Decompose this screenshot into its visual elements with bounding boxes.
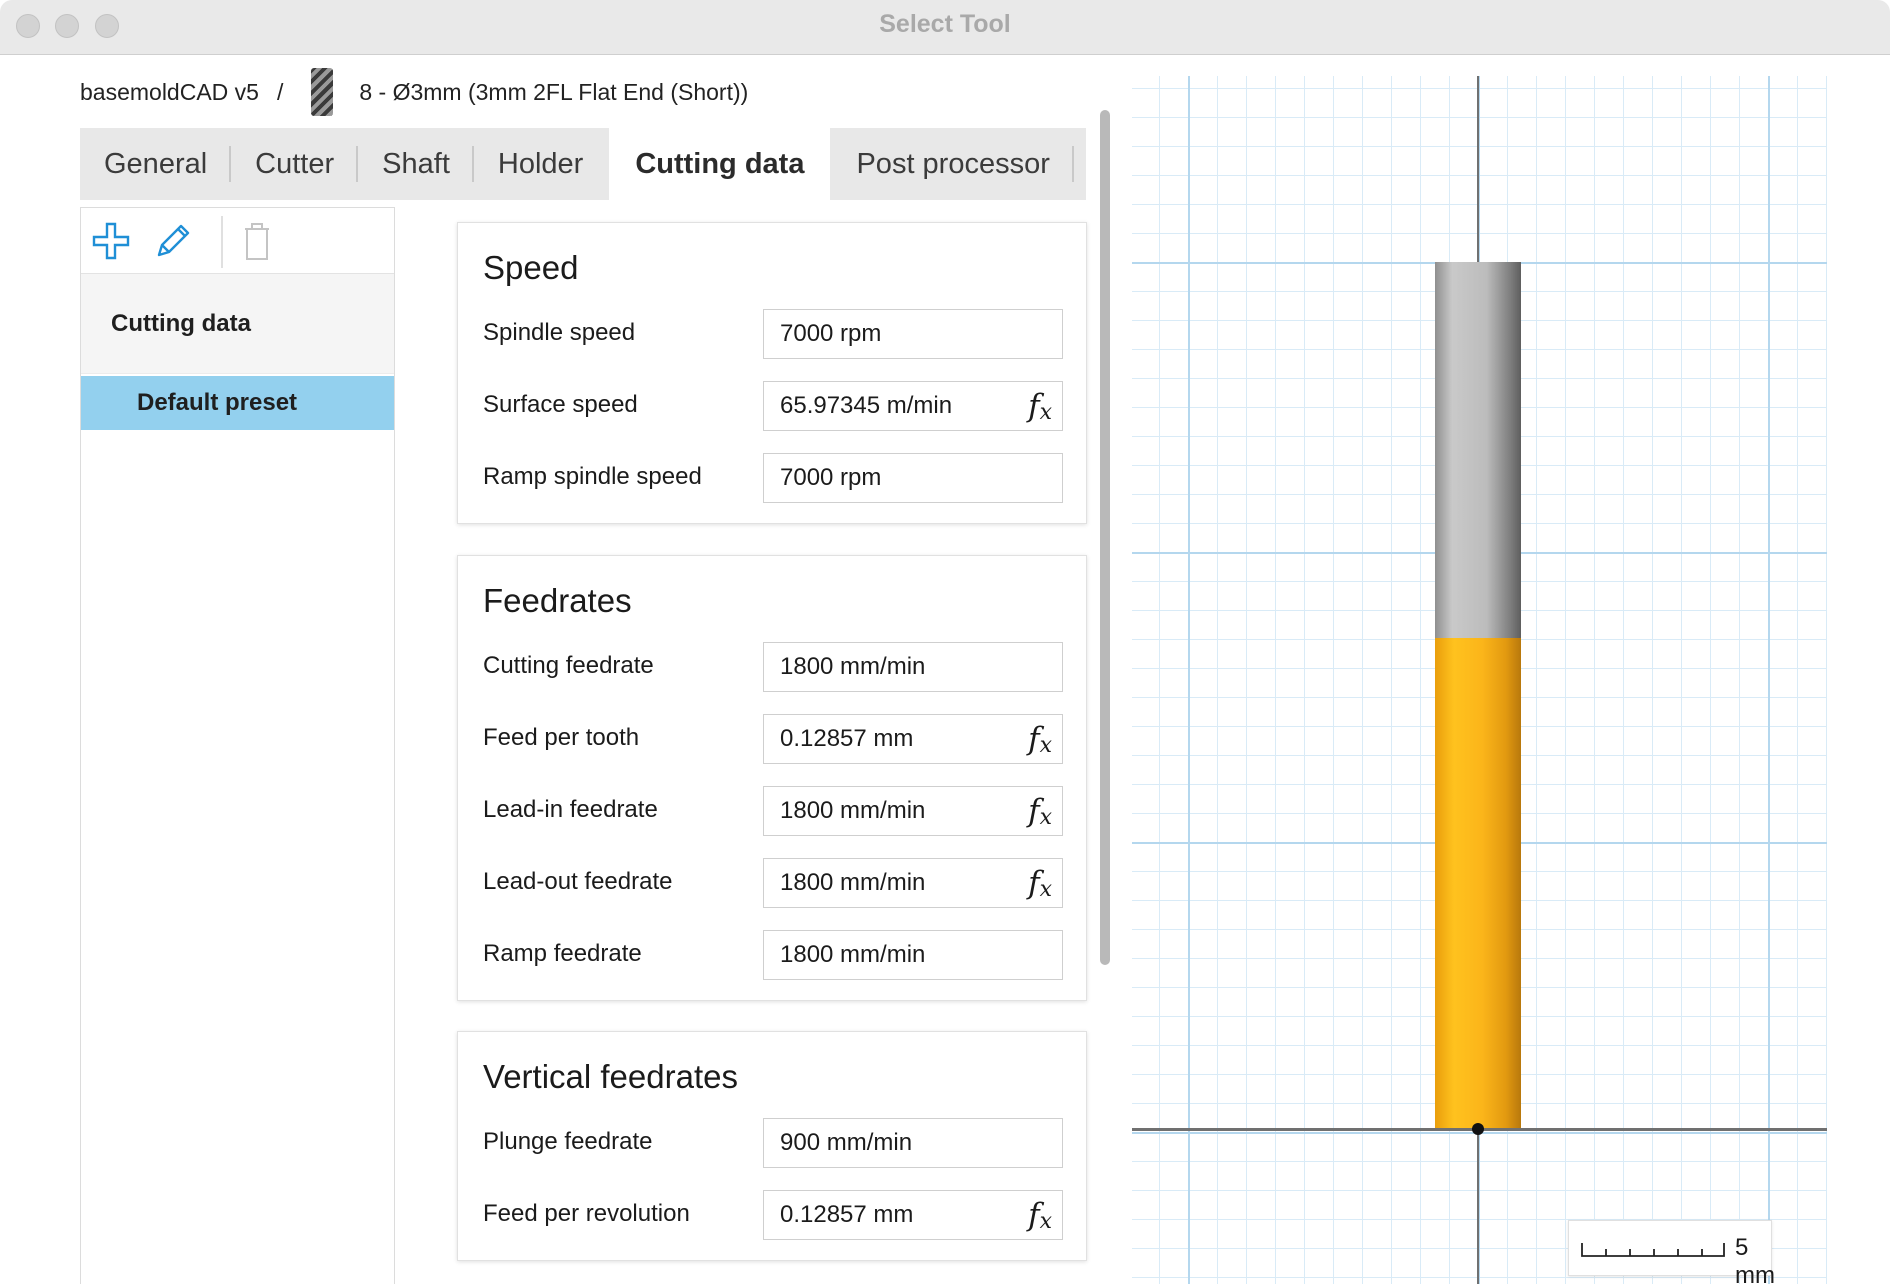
tool-preview-viewport[interactable] [1132,76,1827,1284]
breadcrumb: basemoldCAD v5 / 8 - Ø3mm (3mm 2FL Flat … [80,68,749,116]
tab-shaft[interactable]: Shaft [358,128,474,200]
preset-panel: Cutting data Default preset [80,207,395,1284]
origin-point [1472,1123,1484,1135]
field-label: Surface speed [483,391,638,418]
feedrates-section: Feedrates Cutting feedrate 1800 mm/min F… [457,555,1087,1001]
spindle-speed-row: Spindle speed 7000 rpm [458,309,1088,359]
formula-icon[interactable]: fx [1028,1197,1052,1234]
tab-label: General [104,147,208,180]
delete-preset-button[interactable] [235,218,279,264]
feed-per-tooth-row: Feed per tooth 0.12857 mm fx [458,714,1088,764]
scale-ruler-icon [1581,1243,1725,1257]
window-title: Select Tool [879,10,1011,38]
field-value: 1800 mm/min [780,941,926,968]
scale-legend: 5 mm [1568,1220,1775,1284]
pencil-icon [157,224,190,257]
field-value: 7000 rpm [780,464,882,491]
surface-speed-row: Surface speed 65.97345 m/min fx [458,381,1088,431]
field-label: Lead-out feedrate [483,868,673,895]
endmill-thumbnail-icon [311,68,334,116]
lead-out-feedrate-input[interactable]: 1800 mm/min fx [763,858,1063,908]
lead-out-feedrate-row: Lead-out feedrate 1800 mm/min fx [458,858,1088,908]
add-preset-button[interactable] [89,218,133,264]
field-value: 1800 mm/min [780,797,926,824]
feed-per-revolution-input[interactable]: 0.12857 mm fx [763,1190,1063,1240]
tab-holder[interactable]: Holder [474,128,609,200]
edit-preset-button[interactable] [151,218,195,264]
field-label: Ramp spindle speed [483,463,702,490]
speed-section: Speed Spindle speed 7000 rpm Surface spe… [457,222,1087,524]
plunge-feedrate-input[interactable]: 900 mm/min [763,1118,1063,1168]
scale-label: 5 mm [1735,1234,1775,1284]
formula-icon[interactable]: fx [1028,721,1052,758]
formula-icon[interactable]: fx [1028,793,1052,830]
lead-in-feedrate-row: Lead-in feedrate 1800 mm/min fx [458,786,1088,836]
tab-label: Cutting data [635,147,805,180]
vertical-feedrates-section: Vertical feedrates Plunge feedrate 900 m… [457,1031,1087,1261]
ramp-feedrate-input[interactable]: 1800 mm/min [763,930,1063,980]
field-value: 900 mm/min [780,1129,913,1156]
formula-icon[interactable]: fx [1028,388,1052,425]
field-value: 7000 rpm [780,320,882,347]
spindle-speed-input[interactable]: 7000 rpm [763,309,1063,359]
lead-in-feedrate-input[interactable]: 1800 mm/min fx [763,786,1063,836]
tab-cutting-data[interactable]: Cutting data [609,128,831,200]
field-value: 1800 mm/min [780,869,926,896]
feed-per-tooth-input[interactable]: 0.12857 mm fx [763,714,1063,764]
tab-general[interactable]: General [80,128,232,200]
tab-label: Post processor [856,147,1050,180]
field-label: Plunge feedrate [483,1128,653,1155]
tab-label: Shaft [382,147,450,180]
field-label: Cutting feedrate [483,652,654,679]
section-title: Feedrates [483,582,632,619]
field-label: Lead-in feedrate [483,796,658,823]
preset-item-label: Default preset [137,389,298,416]
tab-cutter[interactable]: Cutter [231,128,359,200]
tab-post-processor[interactable]: Post processor [830,128,1074,200]
formula-icon[interactable]: fx [1028,865,1052,902]
ramp-spindle-speed-row: Ramp spindle speed 7000 rpm [458,453,1088,503]
plunge-feedrate-row: Plunge feedrate 900 mm/min [458,1118,1088,1168]
preset-group-header[interactable]: Cutting data [81,274,394,374]
field-value: 0.12857 mm [780,1201,914,1228]
cutting-feedrate-input[interactable]: 1800 mm/min [763,642,1063,692]
feed-per-revolution-row: Feed per revolution 0.12857 mm fx [458,1190,1088,1240]
section-title: Vertical feedrates [483,1058,738,1095]
title-bar: Select Tool [0,0,1890,55]
cutter-shape [1435,638,1521,1130]
ramp-feedrate-row: Ramp feedrate 1800 mm/min [458,930,1088,980]
tab-label: Holder [497,147,584,180]
tab-label: Cutter [255,147,335,180]
cutting-feedrate-row: Cutting feedrate 1800 mm/min [458,642,1088,692]
preset-toolbar [81,208,394,274]
preset-item-default[interactable]: Default preset [81,376,394,430]
field-label: Ramp feedrate [483,940,642,967]
plus-icon [92,222,130,260]
field-label: Spindle speed [483,319,636,346]
breadcrumb-tool: 8 - Ø3mm (3mm 2FL Flat End (Short)) [359,78,749,105]
trash-icon [245,223,269,260]
ramp-spindle-speed-input[interactable]: 7000 rpm [763,453,1063,503]
section-title: Speed [483,249,579,286]
field-value: 65.97345 m/min [780,392,953,419]
surface-speed-input[interactable]: 65.97345 m/min fx [763,381,1063,431]
tab-bar: General Cutter Shaft Holder Cutting data… [80,128,1086,200]
field-value: 1800 mm/min [780,653,926,680]
breadcrumb-separator: / [276,78,284,105]
form-scrollbar[interactable] [1100,110,1110,965]
breadcrumb-app[interactable]: basemoldCAD v5 [80,79,259,106]
field-label: Feed per revolution [483,1200,690,1227]
field-value: 0.12857 mm [780,725,914,752]
tool-holder-shape [1435,262,1521,638]
field-label: Feed per tooth [483,724,640,751]
